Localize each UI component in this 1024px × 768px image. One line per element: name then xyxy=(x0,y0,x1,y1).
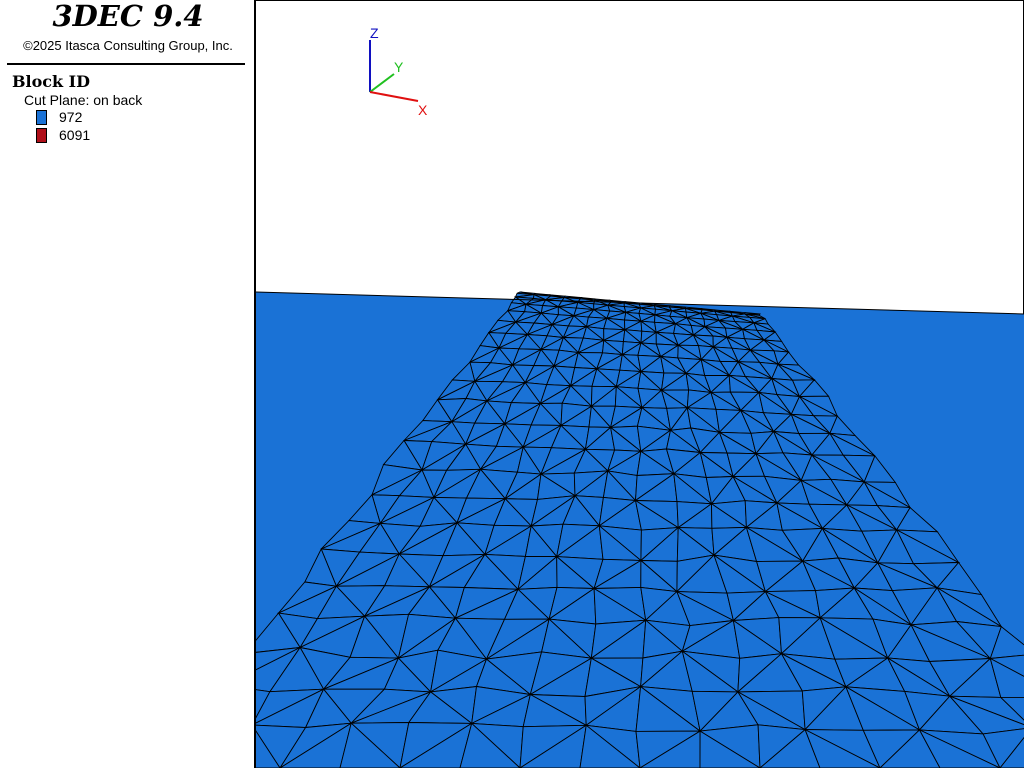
legend-item-972: 972 xyxy=(36,109,82,125)
legend-swatch-blue xyxy=(36,109,47,125)
legend-item-6091: 6091 xyxy=(36,127,90,143)
legend-item-label: 972 xyxy=(59,109,83,125)
legend-panel: 3DEC 9.4 ©2025 Itasca Consulting Group, … xyxy=(0,0,256,768)
model-viewport[interactable]: Z Y X xyxy=(256,0,1024,768)
legend-heading: Block ID xyxy=(12,72,91,91)
legend-divider xyxy=(7,63,245,65)
x-axis-label: X xyxy=(418,102,428,118)
block-mesh xyxy=(256,291,1024,768)
app-title: 3DEC 9.4 xyxy=(52,0,204,33)
axis-triad: Z Y X xyxy=(369,25,428,118)
x-axis-line xyxy=(369,91,419,102)
viewport-canvas[interactable]: Z Y X xyxy=(256,0,1024,768)
y-axis-label: Y xyxy=(394,59,404,75)
legend-item-label: 6091 xyxy=(59,127,91,143)
legend-subtitle: Cut Plane: on back xyxy=(24,92,143,108)
copyright-text: ©2025 Itasca Consulting Group, Inc. xyxy=(23,38,233,53)
legend-swatch-red xyxy=(36,127,47,143)
y-axis-line xyxy=(369,73,395,93)
z-axis-label: Z xyxy=(370,25,379,41)
